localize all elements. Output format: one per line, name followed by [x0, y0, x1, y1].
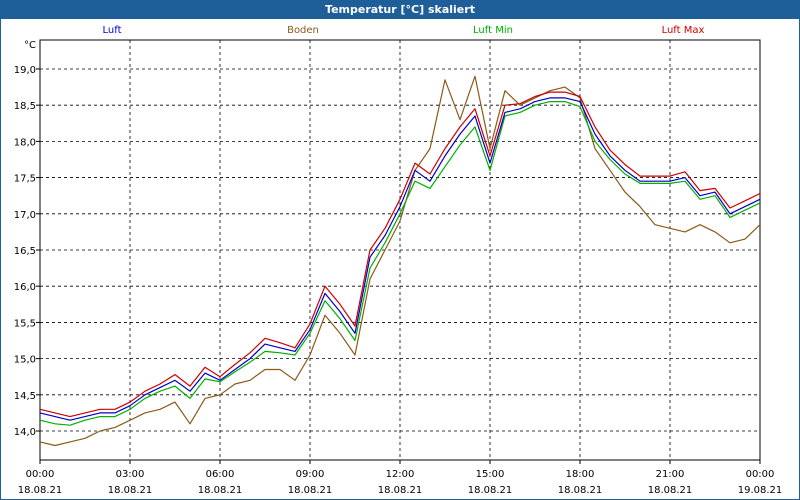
y-tick-label: 18,0: [14, 137, 36, 148]
legend-entry-boden: Boden: [287, 25, 319, 36]
x-tick-time-label: 00:00: [26, 469, 55, 480]
y-tick-label: 19,0: [14, 65, 36, 76]
x-tick-date-label: 18.08.21: [468, 485, 513, 496]
x-tick-date-label: 18.08.21: [108, 485, 153, 496]
x-tick-date-label: 18.08.21: [558, 485, 603, 496]
y-tick-label: 15,0: [14, 355, 36, 366]
x-tick-date-label: 18.08.21: [288, 485, 333, 496]
x-tick-time-label: 12:00: [386, 469, 415, 480]
x-tick-time-label: 03:00: [116, 469, 145, 480]
x-tick-date-label: 18.08.21: [18, 485, 63, 496]
legend-entry-luft: Luft: [103, 25, 122, 36]
y-tick-label: 17,0: [14, 210, 36, 221]
y-tick-label: 15,5: [14, 318, 36, 329]
x-tick-date-label: 18.08.21: [378, 485, 423, 496]
x-tick-time-label: 21:00: [656, 469, 685, 480]
x-tick-time-label: 06:00: [206, 469, 235, 480]
y-tick-label: 16,5: [14, 246, 36, 257]
x-tick-time-label: 09:00: [296, 469, 325, 480]
temperature-chart: 14,0 14,5 15,0 15,5 16,0 16,5 17,0 17,5 18,0 18,5…: [14, 25, 783, 496]
y-tick-label: 14,0: [14, 427, 36, 438]
x-tick-date-label: 18.08.21: [198, 485, 243, 496]
y-tick-label: 17,5: [14, 174, 36, 185]
x-tick-date-label: 19.08.21: [738, 485, 783, 496]
x-tick-time-label: 00:00: [746, 469, 775, 480]
x-tick-date-label: 18.08.21: [648, 485, 693, 496]
legend-entry-luft-min: Luft Min: [473, 25, 513, 36]
y-tick-label: 18,5: [14, 101, 36, 112]
x-tick-time-label: 15:00: [476, 469, 505, 480]
legend-entry-luft-max: Luft Max: [662, 25, 705, 36]
x-tick-time-label: 18:00: [566, 469, 595, 480]
y-tick-label: 16,0: [14, 282, 36, 293]
y-axis-label: °C: [24, 40, 36, 51]
y-tick-label: 14,5: [14, 391, 36, 402]
